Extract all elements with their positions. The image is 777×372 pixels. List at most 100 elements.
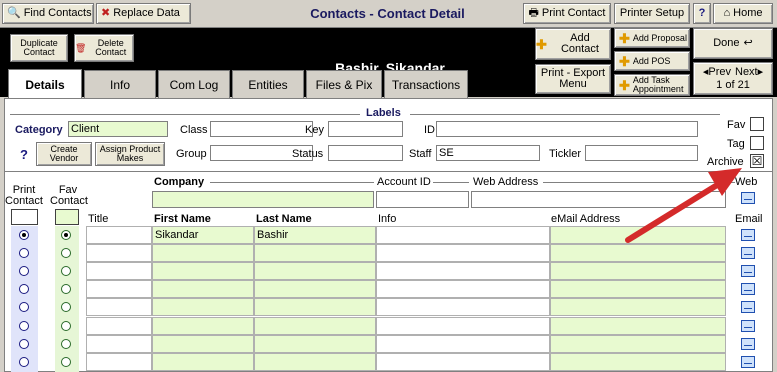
key-field[interactable] bbox=[328, 121, 403, 137]
delete-contact-button[interactable]: 🗑 Delete Contact bbox=[74, 34, 134, 62]
last-name-cell[interactable]: Bashir bbox=[254, 226, 376, 244]
print-all-box[interactable] bbox=[11, 209, 38, 225]
print-contact-radio[interactable] bbox=[19, 266, 29, 276]
home-button[interactable]: ⌂ Home bbox=[713, 3, 773, 24]
fav-contact-radio[interactable] bbox=[61, 302, 71, 312]
email-address-cell[interactable] bbox=[550, 335, 726, 353]
tab-info[interactable]: Info bbox=[84, 70, 156, 98]
assign-product-makes-button[interactable]: Assign Product Makes bbox=[95, 142, 165, 166]
fav-all-box[interactable] bbox=[55, 209, 79, 225]
print-contact-button[interactable]: 🖶 Print Contact bbox=[523, 3, 611, 24]
tab-com-log[interactable]: Com Log bbox=[158, 70, 230, 98]
id-field[interactable] bbox=[436, 121, 698, 137]
id-label: ID bbox=[424, 124, 435, 136]
done-button[interactable]: Done ↩ bbox=[693, 28, 773, 59]
info-cell[interactable] bbox=[376, 298, 550, 316]
title-cell[interactable] bbox=[86, 317, 152, 335]
next-button[interactable]: Next▸ bbox=[735, 66, 763, 78]
send-email-icon[interactable] bbox=[741, 247, 755, 259]
archive-checkbox[interactable]: ☒ bbox=[750, 154, 764, 168]
send-email-icon[interactable] bbox=[741, 283, 755, 295]
last-name-cell[interactable] bbox=[254, 317, 376, 335]
first-name-cell[interactable] bbox=[152, 317, 254, 335]
fav-contact-radio[interactable] bbox=[61, 284, 71, 294]
fav-checkbox[interactable] bbox=[750, 117, 764, 131]
first-name-cell[interactable] bbox=[152, 353, 254, 371]
info-cell[interactable] bbox=[376, 353, 550, 371]
print-contact-radio[interactable] bbox=[19, 302, 29, 312]
first-name-cell[interactable]: Sikandar bbox=[152, 226, 254, 244]
email-address-cell[interactable] bbox=[550, 317, 726, 335]
last-name-cell[interactable] bbox=[254, 353, 376, 371]
info-cell[interactable] bbox=[376, 317, 550, 335]
first-name-cell[interactable] bbox=[152, 335, 254, 353]
info-cell[interactable] bbox=[376, 280, 550, 298]
fav-contact-radio[interactable] bbox=[61, 357, 71, 367]
info-cell[interactable] bbox=[376, 262, 550, 280]
first-name-cell[interactable] bbox=[152, 298, 254, 316]
print-contact-radio[interactable] bbox=[19, 284, 29, 294]
first-name-cell[interactable] bbox=[152, 280, 254, 298]
last-name-cell[interactable] bbox=[254, 244, 376, 262]
create-vendor-button[interactable]: Create Vendor bbox=[36, 142, 92, 166]
email-address-cell[interactable] bbox=[550, 262, 726, 280]
info-cell[interactable] bbox=[376, 226, 550, 244]
email-address-cell[interactable] bbox=[550, 298, 726, 316]
title-cell[interactable] bbox=[86, 353, 152, 371]
help-button[interactable]: ? bbox=[693, 3, 711, 24]
send-email-icon[interactable] bbox=[741, 265, 755, 277]
tab-transactions[interactable]: Transactions bbox=[384, 70, 468, 98]
title-cell[interactable] bbox=[86, 280, 152, 298]
title-cell[interactable] bbox=[86, 298, 152, 316]
print-contact-radio[interactable] bbox=[19, 248, 29, 258]
send-email-icon[interactable] bbox=[741, 301, 755, 313]
title-cell[interactable] bbox=[86, 335, 152, 353]
title-cell[interactable] bbox=[86, 244, 152, 262]
class-field[interactable] bbox=[210, 121, 313, 137]
add-pos-button[interactable]: ✚ Add POS bbox=[614, 51, 690, 71]
account-id-field[interactable] bbox=[376, 191, 469, 208]
tab-details[interactable]: Details bbox=[8, 69, 82, 99]
company-field[interactable] bbox=[152, 191, 374, 208]
email-address-cell[interactable] bbox=[550, 353, 726, 371]
info-cell[interactable] bbox=[376, 244, 550, 262]
last-name-cell[interactable] bbox=[254, 298, 376, 316]
tag-checkbox[interactable] bbox=[750, 136, 764, 150]
last-name-cell[interactable] bbox=[254, 262, 376, 280]
first-name-cell[interactable] bbox=[152, 244, 254, 262]
info-cell[interactable] bbox=[376, 335, 550, 353]
print-contact-radio[interactable] bbox=[19, 357, 29, 367]
add-task-appointment-button[interactable]: ✚ Add Task Appointment bbox=[614, 74, 690, 96]
category-field[interactable]: Client bbox=[68, 121, 168, 137]
labels-help-button[interactable]: ? bbox=[20, 147, 28, 162]
printer-setup-button[interactable]: Printer Setup bbox=[614, 3, 690, 24]
fav-contact-radio[interactable] bbox=[61, 321, 71, 331]
fav-contact-radio[interactable] bbox=[61, 230, 71, 240]
print-contact-radio[interactable] bbox=[19, 339, 29, 349]
send-email-icon[interactable] bbox=[741, 338, 755, 350]
email-address-cell[interactable] bbox=[550, 280, 726, 298]
replace-data-button[interactable]: ✖ Replace Data bbox=[96, 3, 191, 24]
last-name-cell[interactable] bbox=[254, 335, 376, 353]
print-contact-radio[interactable] bbox=[19, 321, 29, 331]
last-name-cell[interactable] bbox=[254, 280, 376, 298]
title-cell[interactable] bbox=[86, 226, 152, 244]
duplicate-contact-button[interactable]: Duplicate Contact bbox=[10, 34, 68, 62]
fav-contact-radio[interactable] bbox=[61, 339, 71, 349]
add-contact-button[interactable]: ✚ Add Contact bbox=[535, 28, 611, 60]
fav-contact-radio[interactable] bbox=[61, 266, 71, 276]
print-export-menu-button[interactable]: Print - Export Menu bbox=[535, 64, 611, 94]
send-email-icon[interactable] bbox=[741, 320, 755, 332]
prev-button[interactable]: ◂Prev bbox=[703, 66, 731, 78]
print-contact-radio[interactable] bbox=[19, 230, 29, 240]
staff-field[interactable]: SE bbox=[436, 145, 540, 161]
tab-entities[interactable]: Entities bbox=[232, 70, 304, 98]
tab-files-pix[interactable]: Files & Pix bbox=[306, 70, 382, 98]
send-email-icon[interactable] bbox=[741, 356, 755, 368]
add-proposal-button[interactable]: ✚ Add Proposal bbox=[614, 28, 690, 48]
find-contacts-button[interactable]: 🔍 Find Contacts bbox=[2, 3, 94, 24]
title-cell[interactable] bbox=[86, 262, 152, 280]
fav-contact-radio[interactable] bbox=[61, 248, 71, 258]
first-name-cell[interactable] bbox=[152, 262, 254, 280]
status-field[interactable] bbox=[328, 145, 403, 161]
